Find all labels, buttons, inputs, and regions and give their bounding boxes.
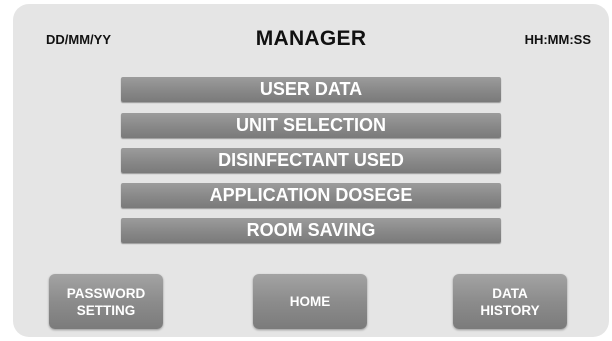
password-setting-label: PASSWORD SETTING	[66, 285, 146, 318]
password-setting-button[interactable]: PASSWORD SETTING	[49, 274, 163, 329]
page-title: MANAGER	[255, 27, 367, 50]
time-display: HH:MM:SS	[524, 32, 591, 47]
unit-selection-button[interactable]: UNIT SELECTION	[121, 113, 501, 138]
data-history-button[interactable]: DATA HISTORY	[453, 274, 567, 329]
disinfectant-used-button[interactable]: DISINFECTANT USED	[121, 148, 501, 173]
user-data-button[interactable]: USER DATA	[121, 77, 501, 102]
home-label: HOME	[289, 294, 331, 309]
application-dosage-button[interactable]: APPLICATION DOSEGE	[121, 183, 501, 208]
home-button[interactable]: HOME	[253, 274, 367, 329]
manager-screen: DD/MM/YY MANAGER HH:MM:SS USER DATA UNIT…	[13, 4, 609, 337]
room-saving-button[interactable]: ROOM SAVING	[121, 218, 501, 243]
data-history-label: DATA HISTORY	[480, 285, 540, 318]
